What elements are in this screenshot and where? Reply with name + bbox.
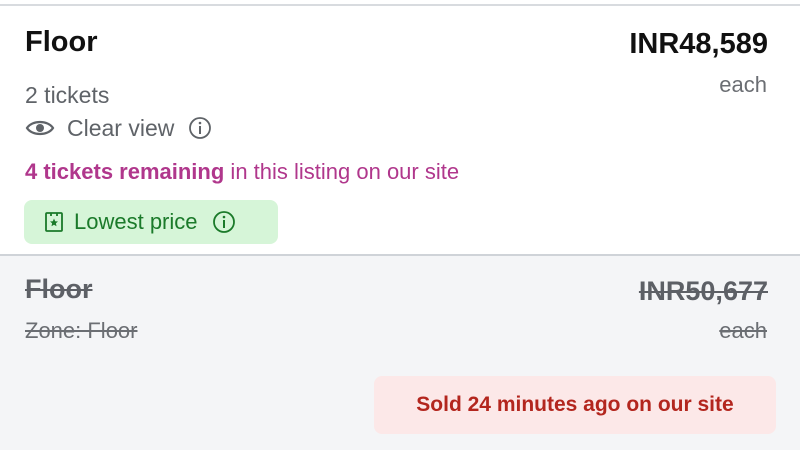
badge-label: Lowest price [74,209,198,234]
ticket-quantity: 2 tickets [25,82,110,108]
eye-icon [25,117,55,139]
remaining-count: 4 tickets remaining [25,159,225,184]
info-icon[interactable] [212,210,236,234]
info-icon[interactable] [188,116,212,140]
listing-card-sold: Floor INR50,677 Zone: Floor each Sold 24… [0,256,800,450]
ticket-price: INR48,589 [629,28,768,60]
sold-price-unit: each [719,318,767,343]
price-unit: each [719,72,767,97]
section-name: Floor [25,26,98,58]
feature-label: Clear view [67,114,175,141]
sold-section-name: Floor [25,274,93,304]
remaining-rest: in this listing on our site [224,159,460,184]
listing-card-active[interactable]: Floor INR48,589 each 2 tickets Clear vie… [0,6,800,254]
ticket-listings: Floor INR48,589 each 2 tickets Clear vie… [0,0,800,450]
ticket-star-icon [44,211,64,233]
sold-price: INR50,677 [638,276,768,306]
sold-zone: Zone: Floor [25,318,138,343]
lowest-price-badge: Lowest price [24,200,278,244]
feature-clear-view: Clear view [25,114,212,142]
tickets-remaining-note: 4 tickets remaining in this listing on o… [25,159,459,185]
sold-status-badge: Sold 24 minutes ago on our site [374,376,776,434]
